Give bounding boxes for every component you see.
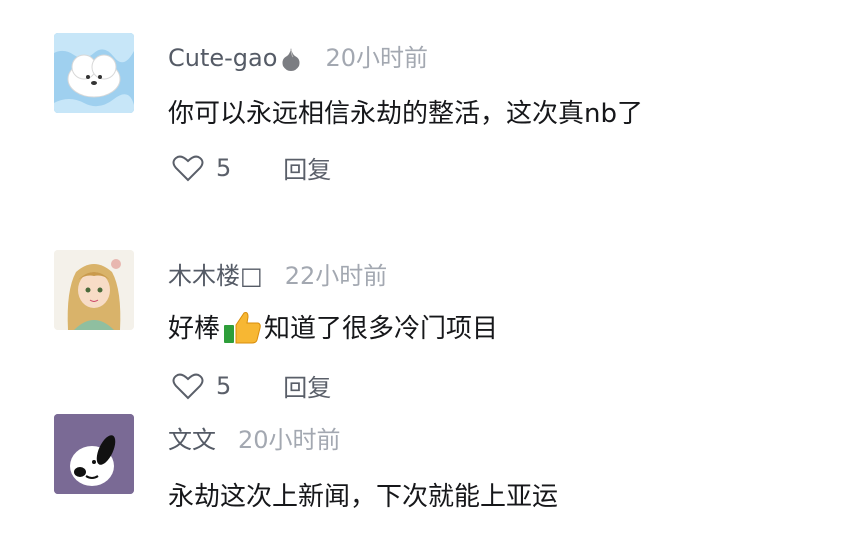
like-count: 5 [216, 371, 232, 400]
comment-actions: 5 回复 [172, 368, 331, 403]
heart-icon[interactable] [172, 372, 204, 400]
username-text[interactable]: 文文 [168, 426, 216, 454]
timestamp: 20小时前 [325, 44, 428, 72]
garlic-icon [279, 46, 303, 72]
comment-text: 你可以永远相信永劫的整活，这次真nb了 [168, 99, 643, 129]
username[interactable]: 木木楼□ 22小时前 [168, 256, 387, 291]
comment-text-part: 好棒 [168, 314, 221, 344]
comment-text-part: 知道了很多冷门项目 [264, 314, 499, 344]
heart-icon[interactable] [172, 154, 204, 182]
username[interactable]: 文文 20小时前 [168, 420, 341, 455]
avatar[interactable] [54, 414, 134, 494]
username-text[interactable]: 木木楼 [168, 262, 240, 290]
comment-text: 好棒 知道了很多冷门项目 [168, 308, 498, 345]
username-suffix: □ [240, 262, 263, 290]
username-text[interactable]: Cute-gao [168, 44, 277, 72]
timestamp: 20小时前 [238, 426, 341, 454]
thumbs-up-icon [222, 309, 262, 345]
username[interactable]: Cute-gao 20小时前 [168, 38, 428, 73]
reply-button[interactable]: 回复 [283, 150, 331, 185]
like-count: 5 [216, 153, 232, 182]
avatar[interactable] [54, 250, 134, 330]
timestamp: 22小时前 [284, 262, 388, 290]
comment-text: 永劫这次上新闻，下次就能上亚运 [168, 482, 559, 512]
avatar[interactable] [54, 33, 134, 113]
reply-button[interactable]: 回复 [283, 368, 331, 403]
comment-actions: 5 回复 [172, 150, 331, 185]
